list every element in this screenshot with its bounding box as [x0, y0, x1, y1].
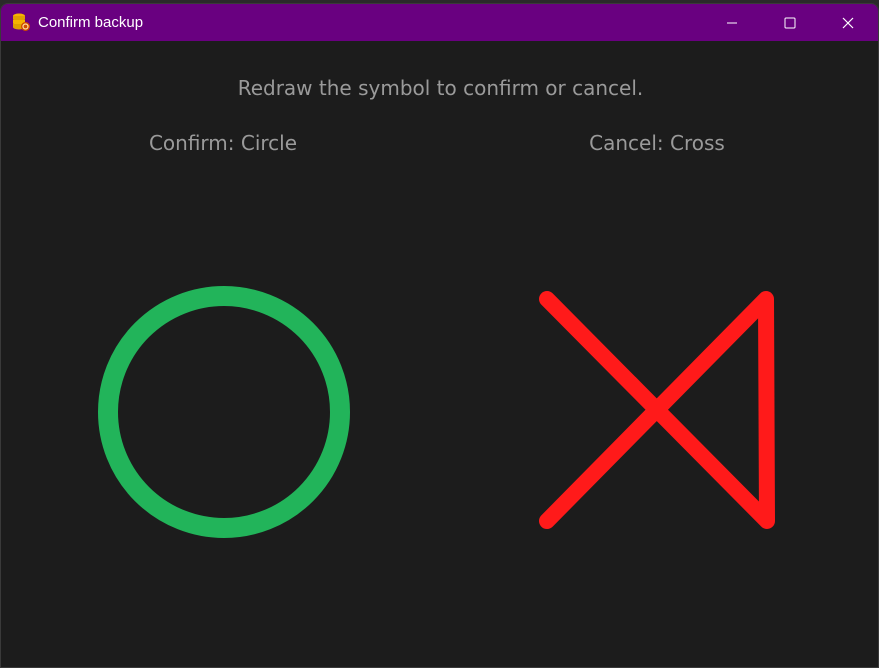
circle-stroke — [98, 286, 350, 538]
minimize-icon — [726, 17, 738, 29]
database-icon — [11, 12, 31, 32]
dialog-window: Confirm backup Redraw the symbol to conf… — [0, 3, 879, 668]
confirm-label: Confirm: Circle — [148, 131, 298, 155]
cancel-cross-symbol — [529, 287, 789, 537]
window-title: Confirm backup — [38, 14, 144, 31]
maximize-icon — [784, 17, 796, 29]
close-icon — [842, 17, 854, 29]
confirm-circle-symbol — [89, 277, 359, 547]
cross-stroke — [539, 291, 775, 529]
title-bar[interactable]: Confirm backup — [1, 4, 878, 41]
maximize-button[interactable] — [761, 4, 819, 41]
cancel-label: Cancel: Cross — [589, 131, 725, 155]
gesture-area[interactable]: Redraw the symbol to confirm or cancel. … — [1, 41, 878, 667]
minimize-button[interactable] — [703, 4, 761, 41]
instruction-text: Redraw the symbol to confirm or cancel. — [237, 76, 644, 100]
close-button[interactable] — [819, 4, 877, 41]
